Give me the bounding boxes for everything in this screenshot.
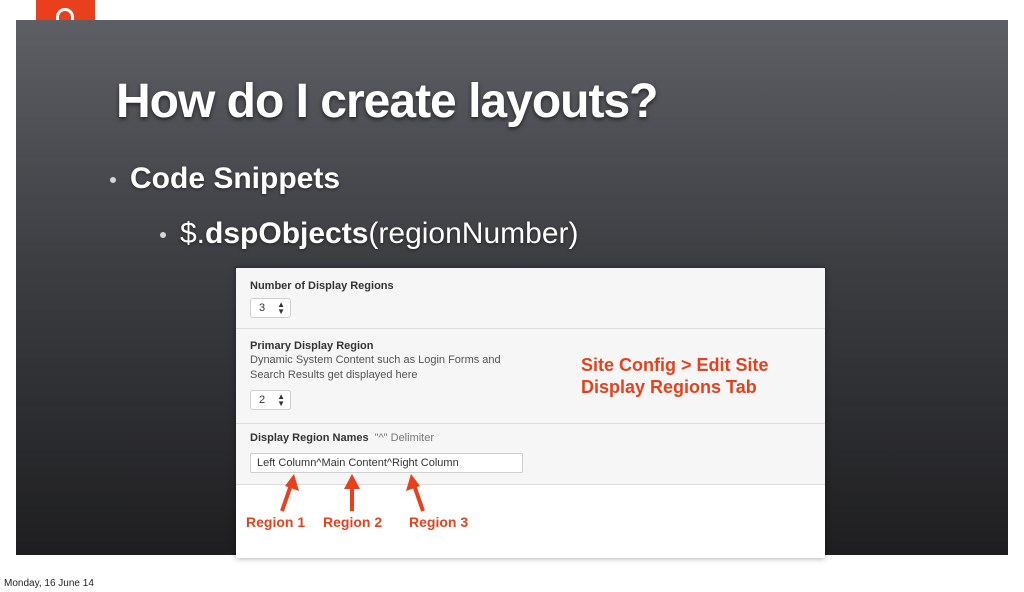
region-names-input[interactable]: Left Column^Main Content^Right Column (250, 453, 523, 473)
region-label-3: Region 3 (409, 514, 469, 530)
select-value: 2 (259, 394, 266, 406)
arrow-up-icon (344, 474, 360, 511)
code-prefix: $. (180, 217, 206, 250)
callout-note: Site Config > Edit Site Display Regions … (581, 354, 769, 398)
bullet-text: Code Snippets (130, 162, 341, 195)
callout-line-1: Site Config > Edit Site (581, 355, 769, 375)
number-of-regions-select[interactable]: 3 ▲ ▼ (250, 298, 291, 318)
footer-date: Monday, 16 June 14 (4, 578, 94, 589)
bullet-dot-icon (110, 177, 116, 184)
slide-title: How do I create layouts? (116, 75, 658, 128)
up-down-chevron-icon: ▲ ▼ (277, 300, 285, 316)
display-regions-screenshot: Number of Display Regions 3 ▲ ▼ Primary D… (236, 268, 825, 558)
delimiter-hint: "^" Delimiter (374, 432, 435, 444)
bullet-dot-icon (160, 232, 166, 239)
arrow-up-icon (280, 474, 299, 512)
field-label: Primary Display Region (250, 340, 374, 352)
select-value: 3 (259, 302, 266, 314)
logo-mark-icon (56, 8, 74, 20)
up-down-chevron-icon: ▲ ▼ (277, 392, 285, 408)
field-label-text: Display Region Names (250, 432, 369, 444)
section-number-of-regions: Number of Display Regions 3 ▲ ▼ (236, 268, 825, 329)
region-label-2: Region 2 (323, 514, 383, 530)
code-args: (regionNumber) (368, 217, 579, 250)
bullet-code-snippets: Code Snippets (110, 162, 340, 196)
region-label-1: Region 1 (246, 514, 306, 530)
field-description: Dynamic System Content such as Login For… (250, 354, 501, 381)
field-label: Number of Display Regions (250, 280, 394, 292)
bullet-dsp-objects: $.dspObjects(regionNumber) (160, 217, 578, 251)
primary-region-select[interactable]: 2 ▲ ▼ (250, 390, 291, 410)
code-method: dspObjects (205, 217, 369, 250)
field-label: Display Region Names "^" Delimiter (250, 432, 434, 444)
arrow-up-icon (406, 474, 425, 512)
callout-line-2: Display Regions Tab (581, 377, 757, 397)
